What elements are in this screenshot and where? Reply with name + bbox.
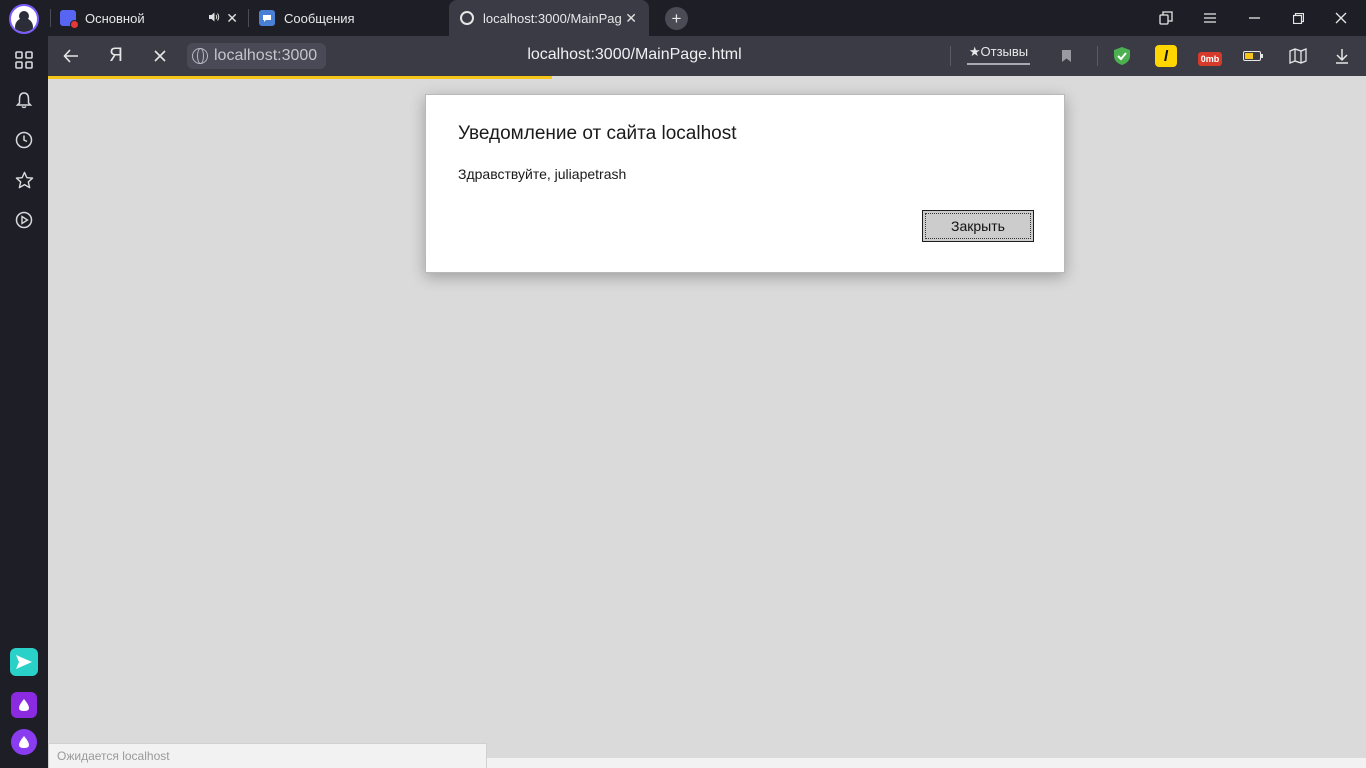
close-window-icon[interactable]: [1329, 6, 1353, 30]
dialog-title: Уведомление от сайта localhost: [458, 123, 737, 144]
browser-sidebar: [0, 0, 48, 768]
alice-chat-icon[interactable]: [11, 692, 37, 718]
tab-messages[interactable]: Сообщения: [259, 0, 449, 36]
tab-close-icon[interactable]: ✕: [625, 10, 637, 27]
dialog-message: Здравствуйте, juliapetrash: [458, 166, 627, 182]
toolbar-divider: [950, 46, 951, 66]
toolbar-divider: [1097, 46, 1098, 66]
alice-assistant-icon[interactable]: [11, 729, 37, 755]
browser-toolbar: Я localhost:3000 localhost:3000/MainPage…: [48, 36, 1366, 76]
yandex-home-button[interactable]: Я: [104, 44, 128, 68]
minimize-window-icon[interactable]: [1242, 6, 1266, 30]
page-loading-progress-bar: [48, 76, 552, 79]
tab-divider: [50, 9, 51, 27]
origin-label: localhost:3000: [214, 47, 318, 64]
extension-0mb-icon[interactable]: 0mb: [1198, 52, 1222, 66]
media-play-icon[interactable]: [12, 208, 36, 232]
tab-localhost-active[interactable]: localhost:3000/MainPag ✕: [449, 0, 649, 36]
restore-window-icon[interactable]: [1286, 6, 1310, 30]
back-arrow-icon[interactable]: [59, 44, 83, 68]
tab-label: Сообщения: [284, 10, 355, 26]
page-content: Уведомление от сайта localhost Здравству…: [48, 76, 1366, 768]
tab-label: localhost:3000/MainPag: [483, 10, 622, 26]
tab-label: Основной: [85, 10, 145, 26]
collections-icon[interactable]: [1287, 45, 1309, 67]
reviews-button[interactable]: ★Отзывы: [967, 43, 1030, 65]
history-clock-icon[interactable]: [12, 128, 36, 152]
tab-divider: [248, 9, 249, 27]
site-origin-pill[interactable]: localhost:3000: [187, 43, 326, 69]
alert-dialog: Уведомление от сайта localhost Здравству…: [425, 94, 1065, 273]
tab-close-icon[interactable]: ✕: [226, 10, 238, 27]
new-tab-button[interactable]: +: [665, 7, 688, 30]
messages-favicon-icon: [259, 10, 275, 26]
messenger-app-icon[interactable]: [10, 648, 38, 676]
status-bar: Ожидается localhost: [48, 743, 487, 768]
notifications-bell-icon[interactable]: [12, 88, 36, 112]
bookmark-flag-icon[interactable]: [1054, 44, 1078, 68]
battery-saver-icon[interactable]: [1242, 45, 1264, 67]
tab-main[interactable]: Основной ✕: [60, 0, 248, 36]
tab-favicon-icon: [60, 10, 79, 29]
tab-strip: Основной ✕ Сообщения localhost:3000/Main…: [48, 0, 1366, 36]
extension-l-icon[interactable]: l: [1155, 45, 1177, 67]
apps-grid-icon[interactable]: [12, 48, 36, 72]
vpn-shield-icon[interactable]: [1111, 45, 1133, 67]
profile-avatar[interactable]: [9, 4, 39, 34]
tab-list-icon[interactable]: [1154, 6, 1178, 30]
menu-hamburger-icon[interactable]: [1198, 6, 1222, 30]
stop-loading-icon[interactable]: [148, 44, 172, 68]
globe-icon: [192, 48, 208, 64]
speaker-icon[interactable]: [208, 11, 220, 26]
address-bar-url[interactable]: localhost:3000/MainPage.html: [468, 46, 801, 64]
bottom-strip: [487, 758, 1366, 768]
bookmarks-star-icon[interactable]: [12, 168, 36, 192]
dialog-close-button[interactable]: Закрыть: [922, 210, 1034, 242]
downloads-icon[interactable]: [1331, 45, 1353, 67]
loading-spinner-icon: [460, 11, 474, 25]
